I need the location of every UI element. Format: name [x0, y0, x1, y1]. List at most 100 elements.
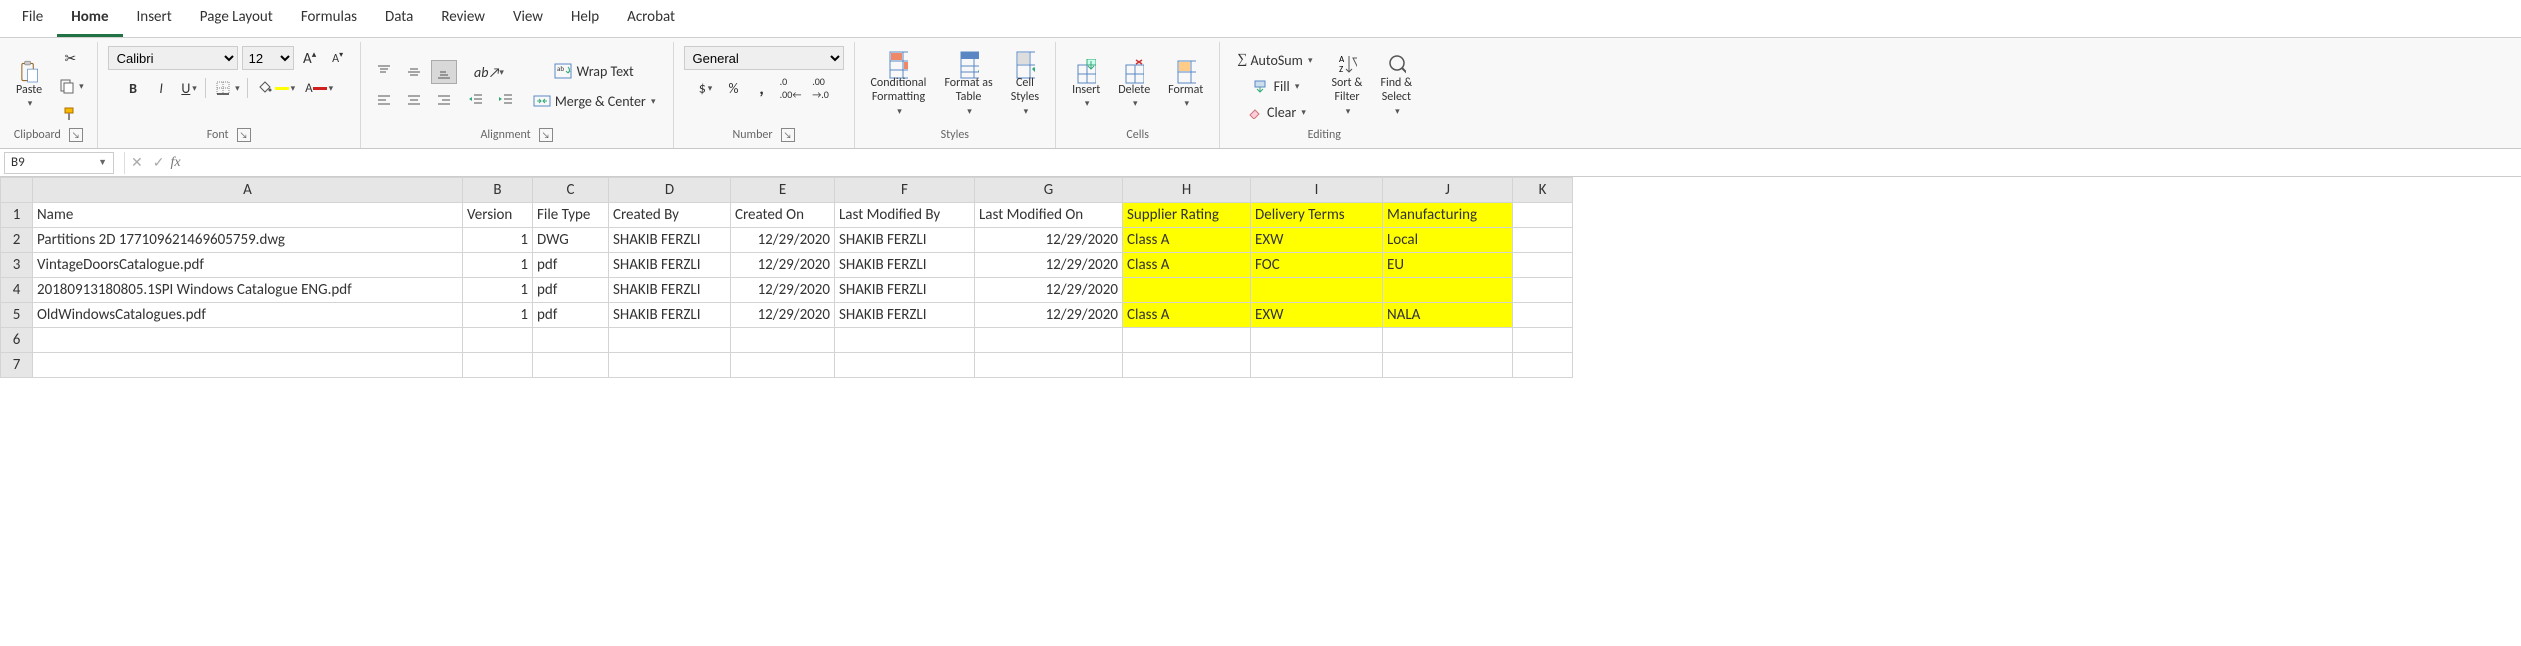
format-cells-button[interactable]: Format▾	[1162, 48, 1209, 124]
cell[interactable]: pdf	[533, 303, 609, 328]
cell[interactable]: 12/29/2020	[975, 253, 1123, 278]
col-header-k[interactable]: K	[1513, 178, 1573, 203]
cell[interactable]	[835, 328, 975, 353]
cell[interactable]: Version	[463, 203, 533, 228]
align-center-button[interactable]	[401, 88, 427, 112]
col-header-c[interactable]: C	[533, 178, 609, 203]
cell[interactable]: Delivery Terms	[1251, 203, 1383, 228]
enter-formula-icon[interactable]: ✓	[153, 154, 165, 171]
cell[interactable]	[975, 353, 1123, 378]
row-header[interactable]: 5	[1, 303, 33, 328]
tab-home[interactable]: Home	[57, 2, 122, 37]
cell[interactable]	[33, 353, 463, 378]
cell[interactable]: OldWindowsCatalogues.pdf	[33, 303, 463, 328]
font-name-select[interactable]: Calibri	[108, 46, 238, 70]
col-header-e[interactable]: E	[731, 178, 835, 203]
cell[interactable]	[1513, 328, 1573, 353]
cell[interactable]: Class A	[1123, 228, 1251, 253]
sort-filter-button[interactable]: AZ Sort & Filter▾	[1326, 48, 1369, 124]
autosum-button[interactable]: ∑ AutoSum ▾	[1230, 48, 1319, 72]
underline-button[interactable]: U▾	[177, 76, 201, 100]
formula-input[interactable]	[187, 152, 2521, 174]
cell[interactable]: 12/29/2020	[975, 228, 1123, 253]
copy-button[interactable]: ▾	[54, 74, 87, 98]
borders-button[interactable]: ▾	[210, 76, 243, 100]
fill-button[interactable]: Fill ▾	[1230, 74, 1319, 98]
cell[interactable]: Local	[1383, 228, 1513, 253]
cell[interactable]	[1383, 328, 1513, 353]
cell[interactable]: Class A	[1123, 253, 1251, 278]
tab-insert[interactable]: Insert	[123, 2, 186, 37]
cell[interactable]	[731, 328, 835, 353]
cell[interactable]: FOC	[1251, 253, 1383, 278]
cell[interactable]: 12/29/2020	[975, 303, 1123, 328]
row-header[interactable]: 4	[1, 278, 33, 303]
cell[interactable]	[1513, 303, 1573, 328]
cell[interactable]: 12/29/2020	[731, 303, 835, 328]
cell[interactable]: Created On	[731, 203, 835, 228]
cell[interactable]: SHAKIB FERZLI	[835, 278, 975, 303]
percent-format-button[interactable]: %	[722, 76, 746, 100]
cell[interactable]	[975, 328, 1123, 353]
row-header[interactable]: 1	[1, 203, 33, 228]
cell[interactable]: SHAKIB FERZLI	[609, 278, 731, 303]
row-header[interactable]: 2	[1, 228, 33, 253]
cell[interactable]: SHAKIB FERZLI	[835, 303, 975, 328]
bold-button[interactable]: B	[121, 76, 145, 100]
tab-review[interactable]: Review	[427, 2, 499, 37]
cell[interactable]: VintageDoorsCatalogue.pdf	[33, 253, 463, 278]
conditional-formatting-button[interactable]: Conditional Formatting▾	[865, 48, 933, 124]
col-header-a[interactable]: A	[33, 178, 463, 203]
cell[interactable]: pdf	[533, 278, 609, 303]
cell[interactable]	[609, 328, 731, 353]
cell[interactable]: Manufacturing	[1383, 203, 1513, 228]
accounting-format-button[interactable]: $▾	[694, 76, 718, 100]
format-as-table-button[interactable]: Format as Table▾	[938, 48, 998, 124]
format-painter-button[interactable]	[54, 102, 87, 126]
cell[interactable]	[1383, 353, 1513, 378]
tab-page-layout[interactable]: Page Layout	[186, 2, 287, 37]
cell-styles-button[interactable]: Cell Styles▾	[1005, 48, 1045, 124]
cell[interactable]: 12/29/2020	[975, 278, 1123, 303]
number-format-select[interactable]: General	[684, 46, 844, 70]
decrease-decimal-button[interactable]: .00→.0	[808, 76, 834, 100]
cell[interactable]: Last Modified On	[975, 203, 1123, 228]
name-box[interactable]: B9▼	[4, 152, 114, 174]
cell[interactable]	[1513, 278, 1573, 303]
col-header-i[interactable]: I	[1251, 178, 1383, 203]
cell[interactable]	[731, 353, 835, 378]
cell[interactable]	[533, 353, 609, 378]
fill-color-button[interactable]: ▾	[252, 76, 299, 100]
cell[interactable]: Supplier Rating	[1123, 203, 1251, 228]
comma-format-button[interactable]: ,	[750, 76, 774, 100]
cell[interactable]: Class A	[1123, 303, 1251, 328]
align-middle-button[interactable]	[401, 60, 427, 84]
col-header-f[interactable]: F	[835, 178, 975, 203]
cell[interactable]: File Type	[533, 203, 609, 228]
cell[interactable]: 1	[463, 303, 533, 328]
decrease-indent-button[interactable]	[463, 88, 489, 112]
number-launcher[interactable]: ↘	[781, 128, 795, 142]
cell[interactable]: pdf	[533, 253, 609, 278]
row-header[interactable]: 6	[1, 328, 33, 353]
tab-file[interactable]: File	[8, 2, 57, 37]
col-header-h[interactable]: H	[1123, 178, 1251, 203]
cancel-formula-icon[interactable]: ✕	[131, 154, 143, 171]
align-bottom-button[interactable]	[431, 60, 457, 84]
cell[interactable]	[1383, 278, 1513, 303]
font-launcher[interactable]: ↘	[237, 128, 251, 142]
cell[interactable]	[1513, 353, 1573, 378]
paste-button[interactable]: Paste▾	[10, 48, 48, 124]
tab-view[interactable]: View	[499, 2, 557, 37]
wrap-text-button[interactable]: ab Wrap Text	[525, 59, 663, 83]
cell[interactable]: Partitions 2D 177109621469605759.dwg	[33, 228, 463, 253]
orientation-button[interactable]: ab↗▾	[463, 60, 519, 84]
tab-formulas[interactable]: Formulas	[287, 2, 371, 37]
col-header-b[interactable]: B	[463, 178, 533, 203]
italic-button[interactable]: I	[149, 76, 173, 100]
row-header[interactable]: 3	[1, 253, 33, 278]
cell[interactable]	[1251, 353, 1383, 378]
cell[interactable]: 1	[463, 253, 533, 278]
cell[interactable]: EXW	[1251, 228, 1383, 253]
col-header-j[interactable]: J	[1383, 178, 1513, 203]
